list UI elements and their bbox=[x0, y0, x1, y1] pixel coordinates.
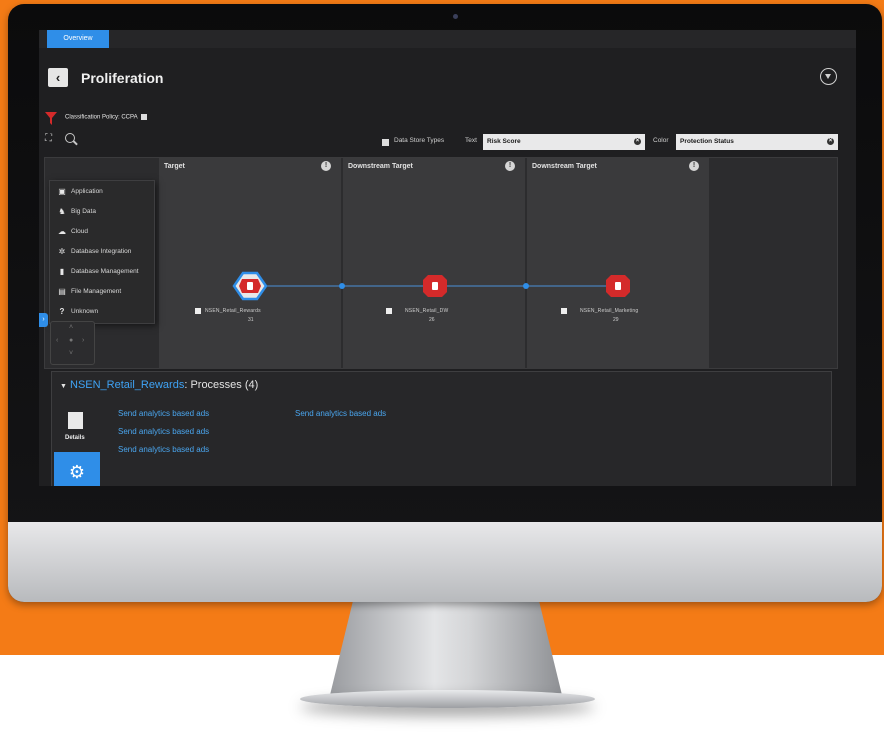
data-store-types-menu: ▣ Application ♞ Big Data ☁ Cloud ✲ Datab… bbox=[49, 180, 155, 324]
node-checkbox[interactable] bbox=[561, 308, 567, 314]
triangle-down-icon: ▼ bbox=[60, 383, 67, 390]
integration-icon: ✲ bbox=[58, 247, 66, 256]
collapse-icon[interactable] bbox=[820, 68, 837, 85]
node-checkbox[interactable] bbox=[195, 308, 201, 314]
monitor-chin bbox=[8, 522, 882, 602]
lineage-graph bbox=[232, 271, 630, 301]
text-select[interactable]: Risk Score × bbox=[483, 134, 645, 150]
menu-item-database-management[interactable]: ▮ Database Management bbox=[50, 263, 154, 281]
color-label: Color bbox=[653, 137, 669, 144]
color-select[interactable]: Protection Status × bbox=[676, 134, 838, 150]
menu-item-application[interactable]: ▣ Application bbox=[50, 183, 154, 201]
monitor-base bbox=[300, 690, 595, 708]
processes-count: : Processes (4) bbox=[184, 379, 259, 391]
node-score: 29 bbox=[613, 317, 619, 323]
chevron-right-icon[interactable]: › bbox=[39, 313, 48, 327]
application-icon: ▣ bbox=[58, 187, 66, 196]
gear-icon[interactable]: ⚙ bbox=[54, 452, 100, 486]
details-label: Details bbox=[65, 435, 85, 441]
menu-item-file-management[interactable]: ▤ File Management bbox=[50, 283, 154, 301]
node-score: 26 bbox=[429, 317, 435, 323]
process-link[interactable]: Send analytics based ads bbox=[295, 409, 386, 418]
center-dot-icon[interactable]: ● bbox=[69, 337, 73, 344]
node-label[interactable]: NSEN_Retail_Rewards bbox=[205, 308, 261, 314]
process-link[interactable]: Send analytics based ads bbox=[118, 427, 209, 436]
edge-dot bbox=[523, 283, 529, 289]
classification-policy-label: Classification Policy: CCPA bbox=[65, 114, 138, 121]
node-score: 31 bbox=[248, 317, 254, 323]
menu-item-label: Unknown bbox=[71, 308, 99, 315]
menu-item-label: Big Data bbox=[71, 208, 96, 215]
processes-panel: ▼ NSEN_Retail_Rewards: Processes (4) Det… bbox=[51, 371, 832, 486]
text-select-value: Risk Score bbox=[487, 138, 521, 145]
database-icon: ▮ bbox=[59, 267, 65, 276]
menu-item-label: Application bbox=[71, 188, 103, 195]
app-screen: Overview ‹ Proliferation Classification … bbox=[39, 30, 856, 486]
node-checkbox[interactable] bbox=[386, 308, 392, 314]
processes-side-rail: Details ⚙ bbox=[54, 404, 100, 486]
expand-icon[interactable]: ⛶ bbox=[45, 133, 52, 144]
navigation-control[interactable]: ˄ ‹ ● › ˅ bbox=[50, 321, 95, 365]
camera-dot bbox=[453, 14, 458, 19]
menu-item-label: Cloud bbox=[71, 228, 88, 235]
text-label: Text bbox=[465, 137, 477, 144]
funnel-icon[interactable] bbox=[45, 112, 59, 126]
question-icon: ? bbox=[59, 307, 65, 316]
menu-item-big-data[interactable]: ♞ Big Data bbox=[50, 203, 154, 221]
search-icon[interactable] bbox=[65, 133, 75, 143]
menu-item-label: Database Management bbox=[71, 268, 139, 275]
page-title: Proliferation bbox=[81, 70, 164, 86]
processes-source-name: NSEN_Retail_Rewards bbox=[70, 379, 185, 391]
classification-policy[interactable]: Classification Policy: CCPA bbox=[65, 114, 147, 121]
data-store-types-checkbox[interactable] bbox=[382, 139, 389, 146]
menu-item-label: Database Integration bbox=[71, 248, 132, 255]
menu-item-unknown[interactable]: ? Unknown bbox=[50, 303, 154, 321]
node-label[interactable]: NSEN_Retail_Marketing bbox=[580, 308, 638, 314]
file-icon: ▤ bbox=[58, 287, 66, 296]
process-link[interactable]: Send analytics based ads bbox=[118, 445, 209, 454]
cloud-icon: ☁ bbox=[58, 227, 66, 236]
chevron-right-icon[interactable]: › bbox=[82, 337, 84, 344]
chevron-up-icon[interactable]: ˄ bbox=[69, 324, 73, 331]
processes-header[interactable]: ▼ NSEN_Retail_Rewards: Processes (4) bbox=[60, 379, 258, 391]
node-label[interactable]: NSEN_Retail_DW bbox=[405, 308, 448, 314]
back-button[interactable]: ‹ bbox=[48, 68, 68, 87]
tab-bar: Overview bbox=[39, 30, 856, 48]
menu-item-label: File Management bbox=[71, 288, 122, 295]
menu-item-cloud[interactable]: ☁ Cloud bbox=[50, 223, 154, 241]
monitor-stand bbox=[330, 600, 562, 695]
details-icon[interactable] bbox=[68, 412, 83, 429]
data-store-types-label: Data Store Types bbox=[394, 137, 445, 144]
chevron-down-icon[interactable]: ˅ bbox=[69, 350, 73, 357]
policy-close-icon[interactable] bbox=[140, 114, 147, 120]
lineage-canvas[interactable]: Target ! Downstream Target ! Downstream … bbox=[44, 157, 838, 369]
clear-color-icon[interactable]: × bbox=[827, 138, 834, 145]
edge-dot bbox=[339, 283, 345, 289]
process-link[interactable]: Send analytics based ads bbox=[118, 409, 209, 418]
clear-text-icon[interactable]: × bbox=[634, 138, 641, 145]
color-select-value: Protection Status bbox=[680, 138, 734, 145]
menu-item-database-integration[interactable]: ✲ Database Integration bbox=[50, 243, 154, 261]
tab-overview[interactable]: Overview bbox=[47, 30, 109, 48]
chevron-left-icon[interactable]: ‹ bbox=[56, 337, 58, 344]
elephant-icon: ♞ bbox=[58, 207, 66, 216]
